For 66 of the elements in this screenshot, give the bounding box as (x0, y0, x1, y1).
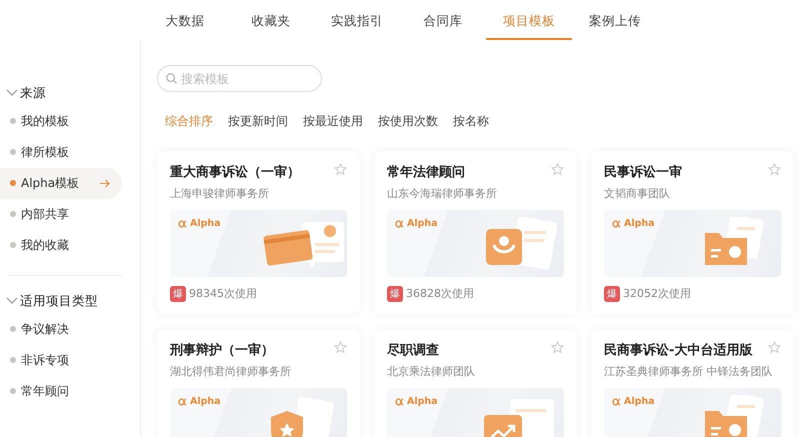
organization-name: 湖北得伟君尚律师事务所 (170, 364, 292, 380)
sidebar-item[interactable]: 非诉专项 (0, 344, 122, 376)
card-title: 刑事辩护（一审） (170, 342, 274, 360)
search-field[interactable]: 搜索模板 (157, 65, 322, 92)
sidebar-item[interactable]: 我的模板 (0, 106, 122, 137)
alpha-logo-icon (612, 398, 621, 406)
template-card[interactable]: 尽职调查 北京乘法律师团队 Alpha (374, 329, 577, 437)
star-icon[interactable] (334, 341, 347, 354)
nav-tab[interactable]: 收藏夹 (228, 0, 314, 40)
card-title: 重大商事诉讼（一审） (170, 164, 300, 182)
sidebar-item[interactable]: 常年顾问 (0, 376, 122, 406)
nav-tab[interactable]: 大数据 (142, 0, 228, 40)
brand-label: Alpha (190, 394, 221, 409)
hot-badge: 爆 (387, 286, 403, 302)
organization-name: 北京乘法律师团队 (387, 364, 476, 380)
sidebar-item[interactable]: 我的收藏 (0, 230, 122, 261)
alpha-logo-icon (395, 398, 404, 406)
sort-option[interactable]: 按最近使用 (303, 112, 363, 130)
nav-tab[interactable]: 案例上传 (572, 0, 658, 40)
usage-count: 36828次使用 (406, 286, 474, 302)
card-title: 常年法律顾问 (387, 164, 465, 182)
sidebar-item[interactable]: 律所模板 (0, 136, 122, 168)
brand-label: Alpha (407, 394, 438, 409)
alpha-logo-icon (395, 220, 404, 228)
chevron-down-icon[interactable] (6, 297, 18, 306)
hot-badge: 爆 (604, 286, 620, 302)
sidebar-item[interactable]: 内部共享 (0, 198, 122, 230)
sidebar-item[interactable]: Alpha模板 (0, 168, 122, 199)
section-heading: 适用项目类型 (20, 292, 98, 310)
nav-tab[interactable]: 合同库 (400, 0, 486, 40)
hot-badge: 爆 (170, 286, 186, 302)
star-icon[interactable] (551, 341, 564, 354)
template-card[interactable]: 刑事辩护（一审） 湖北得伟君尚律师事务所 Alpha (157, 329, 360, 437)
search-icon (166, 73, 177, 84)
brand-label: Alpha (407, 216, 438, 231)
arrow-right-icon (100, 178, 110, 188)
template-card[interactable]: 民商事诉讼-大中台适用版 江苏圣典律师事务所 中铎法务团队 Alpha (591, 329, 794, 437)
alpha-logo-icon (178, 398, 187, 406)
brand-label: Alpha (624, 394, 655, 409)
organization-name: 文韬商事团队 (604, 186, 671, 202)
sidebar-item[interactable]: 争议解决 (0, 314, 122, 344)
organization-name: 上海申骏律师事务所 (170, 186, 270, 202)
star-icon[interactable] (334, 163, 347, 176)
card-title: 民商事诉讼-大中台适用版 (604, 342, 752, 360)
brand-label: Alpha (190, 216, 221, 231)
sort-option[interactable]: 按名称 (453, 112, 489, 130)
card-title: 尽职调查 (387, 342, 439, 360)
template-card[interactable]: 常年法律顾问 山东今海瑞律师事务所 Alpha 爆 36828次使用 (374, 151, 577, 314)
sort-option[interactable]: 按更新时间 (228, 112, 288, 130)
alpha-logo-icon (178, 220, 187, 228)
sort-option[interactable]: 按使用次数 (378, 112, 438, 130)
star-icon[interactable] (551, 163, 564, 176)
section-heading: 来源 (20, 84, 46, 102)
card-title: 民事诉讼一审 (604, 164, 682, 182)
star-icon[interactable] (768, 341, 781, 354)
nav-tab[interactable]: 实践指引 (314, 0, 400, 40)
organization-name: 山东今海瑞律师事务所 (387, 186, 498, 202)
star-icon[interactable] (768, 163, 781, 176)
usage-count: 98345次使用 (189, 286, 257, 302)
template-card[interactable]: 民事诉讼一审 文韬商事团队 Alpha 爆 32052次使用 (591, 151, 794, 314)
brand-label: Alpha (624, 216, 655, 231)
template-card[interactable]: 重大商事诉讼（一审） 上海申骏律师事务所 Alpha 爆 98345次使用 (157, 151, 360, 314)
chevron-down-icon[interactable] (6, 89, 18, 98)
alpha-logo-icon (612, 220, 621, 228)
usage-count: 32052次使用 (623, 286, 691, 302)
organization-name: 江苏圣典律师事务所 中铎法务团队 (604, 364, 774, 380)
